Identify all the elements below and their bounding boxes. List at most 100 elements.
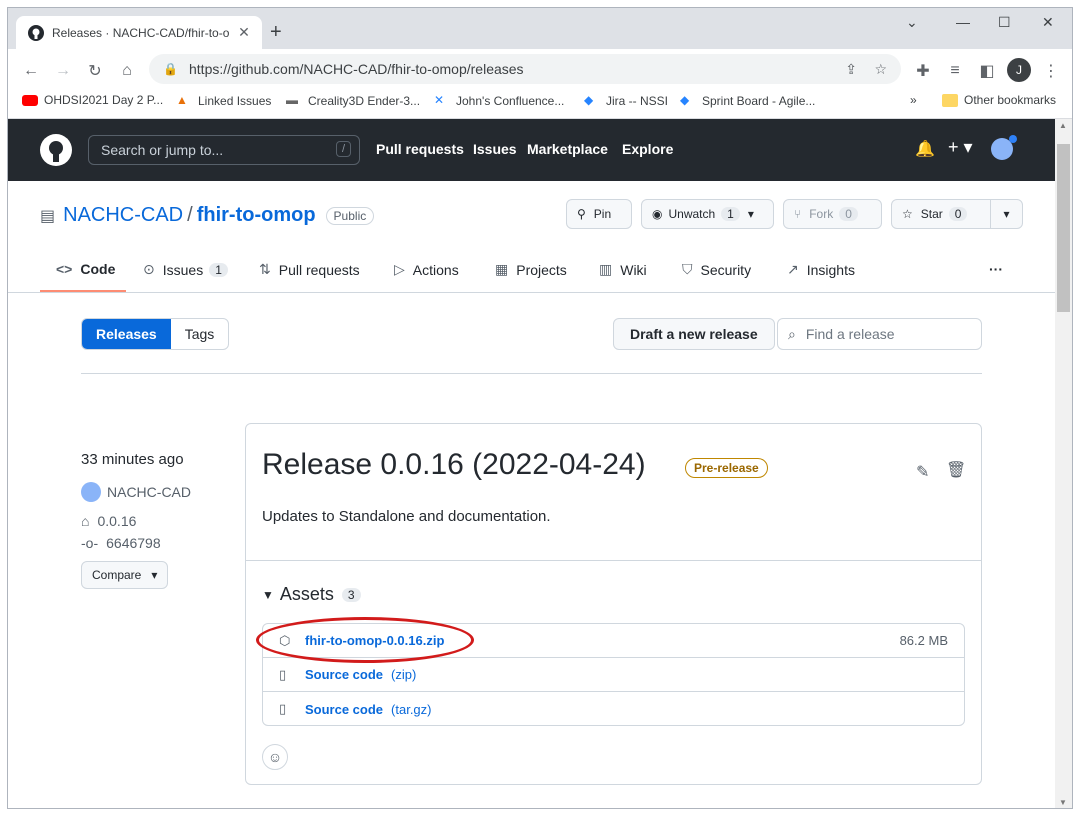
graph-icon: ↗ bbox=[787, 261, 799, 277]
release-card: Release 0.0.16 (2022-04-24) Pre-release … bbox=[245, 423, 982, 785]
annotation-ellipse bbox=[256, 617, 474, 663]
confluence-icon: ✕ bbox=[434, 93, 445, 107]
release-time: 33 minutes ago bbox=[81, 451, 184, 468]
repo-tabs: <> Code ⊙ Issues 1 ⇅ Pull requests ▷ Actions … bbox=[8, 253, 1056, 293]
asset-link[interactable]: Source code bbox=[305, 702, 383, 717]
assets-toggle[interactable]: ▼ Assets 3 bbox=[262, 584, 361, 605]
find-release-input[interactable]: ⌕ Find a release bbox=[777, 318, 982, 350]
issue-icon: ⊙ bbox=[143, 261, 155, 277]
youtube-icon bbox=[22, 94, 38, 106]
maximize-icon[interactable]: ☐ bbox=[998, 14, 1011, 31]
release-author[interactable]: NACHC-CAD bbox=[81, 482, 191, 502]
star-icon: ☆ bbox=[902, 207, 913, 221]
tag-icon: ⌂ bbox=[81, 513, 90, 529]
back-icon[interactable]: ← bbox=[20, 60, 42, 82]
scroll-up-icon[interactable]: ▲ bbox=[1059, 121, 1067, 130]
close-tab-icon[interactable]: ✕ bbox=[236, 24, 252, 41]
repo-name-link[interactable]: fhir-to-omop bbox=[197, 204, 316, 227]
linked-issues-icon: ▲ bbox=[176, 93, 188, 107]
tags-tab[interactable]: Tags bbox=[171, 319, 229, 349]
profile-avatar[interactable]: J bbox=[1007, 58, 1031, 82]
fork-button[interactable]: ⑂ Fork 0 bbox=[783, 199, 882, 229]
release-tag[interactable]: ⌂ 0.0.16 bbox=[81, 513, 136, 529]
creality-icon: ▬ bbox=[286, 93, 298, 107]
forward-icon[interactable]: → bbox=[52, 60, 74, 82]
trash-icon[interactable]: 🗑 bbox=[946, 460, 966, 480]
scroll-down-icon[interactable]: ▼ bbox=[1059, 798, 1067, 807]
bookmark-item[interactable]: ✕ John's Confluence... bbox=[434, 93, 564, 109]
tab-pull-requests[interactable]: ⇅ Pull requests bbox=[259, 261, 360, 278]
pin-button[interactable]: ⚲ Pin bbox=[566, 199, 632, 229]
draft-release-button[interactable]: Draft a new release bbox=[613, 318, 775, 350]
tab-wiki[interactable]: ▥ Wiki bbox=[599, 261, 647, 278]
extensions-icon[interactable]: ✚ bbox=[912, 60, 934, 82]
file-zip-icon: ▯ bbox=[279, 701, 287, 716]
notifications-icon[interactable]: 🔔 bbox=[915, 139, 935, 159]
star-button[interactable]: ☆ Star 0 ▾ bbox=[891, 199, 1023, 229]
smiley-icon[interactable]: ☺ bbox=[262, 744, 288, 770]
edit-pencil-icon[interactable]: ✎ bbox=[916, 462, 929, 482]
scroll-thumb[interactable] bbox=[1057, 144, 1070, 312]
asset-suffix: (zip) bbox=[391, 667, 417, 682]
star-dropdown-icon[interactable]: ▾ bbox=[990, 200, 1022, 228]
address-bar[interactable]: 🔒 https://github.com/NACHC-CAD/fhir-to-o… bbox=[149, 54, 901, 84]
nav-issues[interactable]: Issues bbox=[473, 141, 517, 157]
bookmark-item[interactable]: ▲ Linked Issues bbox=[176, 93, 271, 109]
pull-request-icon: ⇅ bbox=[259, 261, 271, 277]
triangle-down-icon: ▼ bbox=[262, 587, 274, 602]
unwatch-button[interactable]: ◉ Unwatch 1 ▾ bbox=[641, 199, 774, 229]
release-title[interactable]: Release 0.0.16 (2022-04-24) bbox=[262, 448, 646, 482]
lock-icon: 🔒 bbox=[163, 62, 178, 76]
bookmark-star-icon[interactable]: ☆ bbox=[874, 61, 887, 78]
reload-icon[interactable]: ↻ bbox=[84, 60, 106, 82]
browser-tab[interactable]: Releases · NACHC-CAD/fhir-to-o ✕ bbox=[16, 16, 262, 49]
menu-icon[interactable]: ⋮ bbox=[1040, 60, 1062, 82]
release-commit[interactable]: -o- 6646798 bbox=[81, 535, 161, 551]
search-input[interactable]: Search or jump to... / bbox=[88, 135, 360, 165]
jira-icon: ◆ bbox=[680, 93, 690, 107]
repo-title: ▤ NACHC-CAD / fhir-to-omop Public bbox=[40, 204, 375, 227]
releases-tab[interactable]: Releases bbox=[82, 319, 171, 349]
table-icon: ▦ bbox=[495, 261, 509, 277]
tab-issues[interactable]: ⊙ Issues 1 bbox=[143, 261, 228, 278]
search-icon: ⌕ bbox=[788, 325, 796, 342]
bookmark-item[interactable]: ◆ Sprint Board - Agile... bbox=[680, 93, 815, 109]
bookmark-item[interactable]: OHDSI2021 Day 2 P... bbox=[22, 93, 163, 107]
other-bookmarks[interactable]: Other bookmarks bbox=[942, 93, 1056, 107]
divider bbox=[81, 373, 982, 374]
asset-link[interactable]: Source code bbox=[305, 667, 383, 682]
tab-insights[interactable]: ↗ Insights bbox=[787, 261, 855, 278]
page-scrollbar[interactable]: ▲ ▼ bbox=[1055, 119, 1072, 808]
share-icon[interactable]: ⇪ bbox=[845, 61, 857, 78]
chevron-down-icon: ▾ bbox=[747, 207, 754, 221]
repo-owner-link[interactable]: NACHC-CAD bbox=[63, 204, 183, 227]
close-window-icon[interactable]: ✕ bbox=[1042, 14, 1054, 31]
nav-explore[interactable]: Explore bbox=[622, 141, 673, 157]
new-tab-icon[interactable]: + bbox=[270, 22, 282, 42]
tab-code[interactable]: <> Code bbox=[56, 261, 115, 277]
pin-icon: ⚲ bbox=[577, 207, 586, 221]
more-bookmarks-icon[interactable]: » bbox=[910, 93, 917, 107]
nav-pull-requests[interactable]: Pull requests bbox=[376, 141, 464, 157]
side-panel-icon[interactable]: ◧ bbox=[976, 60, 998, 82]
create-new-icon[interactable]: + ▾ bbox=[948, 137, 973, 158]
more-tabs-icon[interactable]: ··· bbox=[989, 261, 1003, 277]
chevron-down-icon: ▾ bbox=[151, 568, 158, 582]
home-icon[interactable]: ⌂ bbox=[116, 60, 138, 82]
bookmark-item[interactable]: ▬ Creality3D Ender-3... bbox=[286, 93, 420, 109]
nav-marketplace[interactable]: Marketplace bbox=[527, 141, 608, 157]
minimize-icon[interactable]: — bbox=[956, 14, 970, 30]
tab-projects[interactable]: ▦ Projects bbox=[495, 261, 567, 278]
repo-separator: / bbox=[187, 204, 193, 226]
asset-suffix: (tar.gz) bbox=[391, 701, 432, 717]
tab-actions[interactable]: ▷ Actions bbox=[394, 261, 459, 278]
compare-button[interactable]: Compare ▾ bbox=[81, 561, 169, 589]
fork-icon: ⑂ bbox=[794, 207, 802, 221]
visibility-badge: Public bbox=[325, 206, 375, 225]
media-icon[interactable]: ≡ bbox=[944, 60, 966, 82]
github-logo-icon[interactable] bbox=[40, 134, 72, 166]
asset-row: ▯ Source code (zip) bbox=[263, 658, 964, 692]
bookmark-item[interactable]: ◆ Jira -- NSSI bbox=[584, 93, 668, 109]
tab-search-icon[interactable]: ⌄ bbox=[906, 14, 918, 31]
tab-security[interactable]: ⛉ Security bbox=[682, 261, 751, 278]
